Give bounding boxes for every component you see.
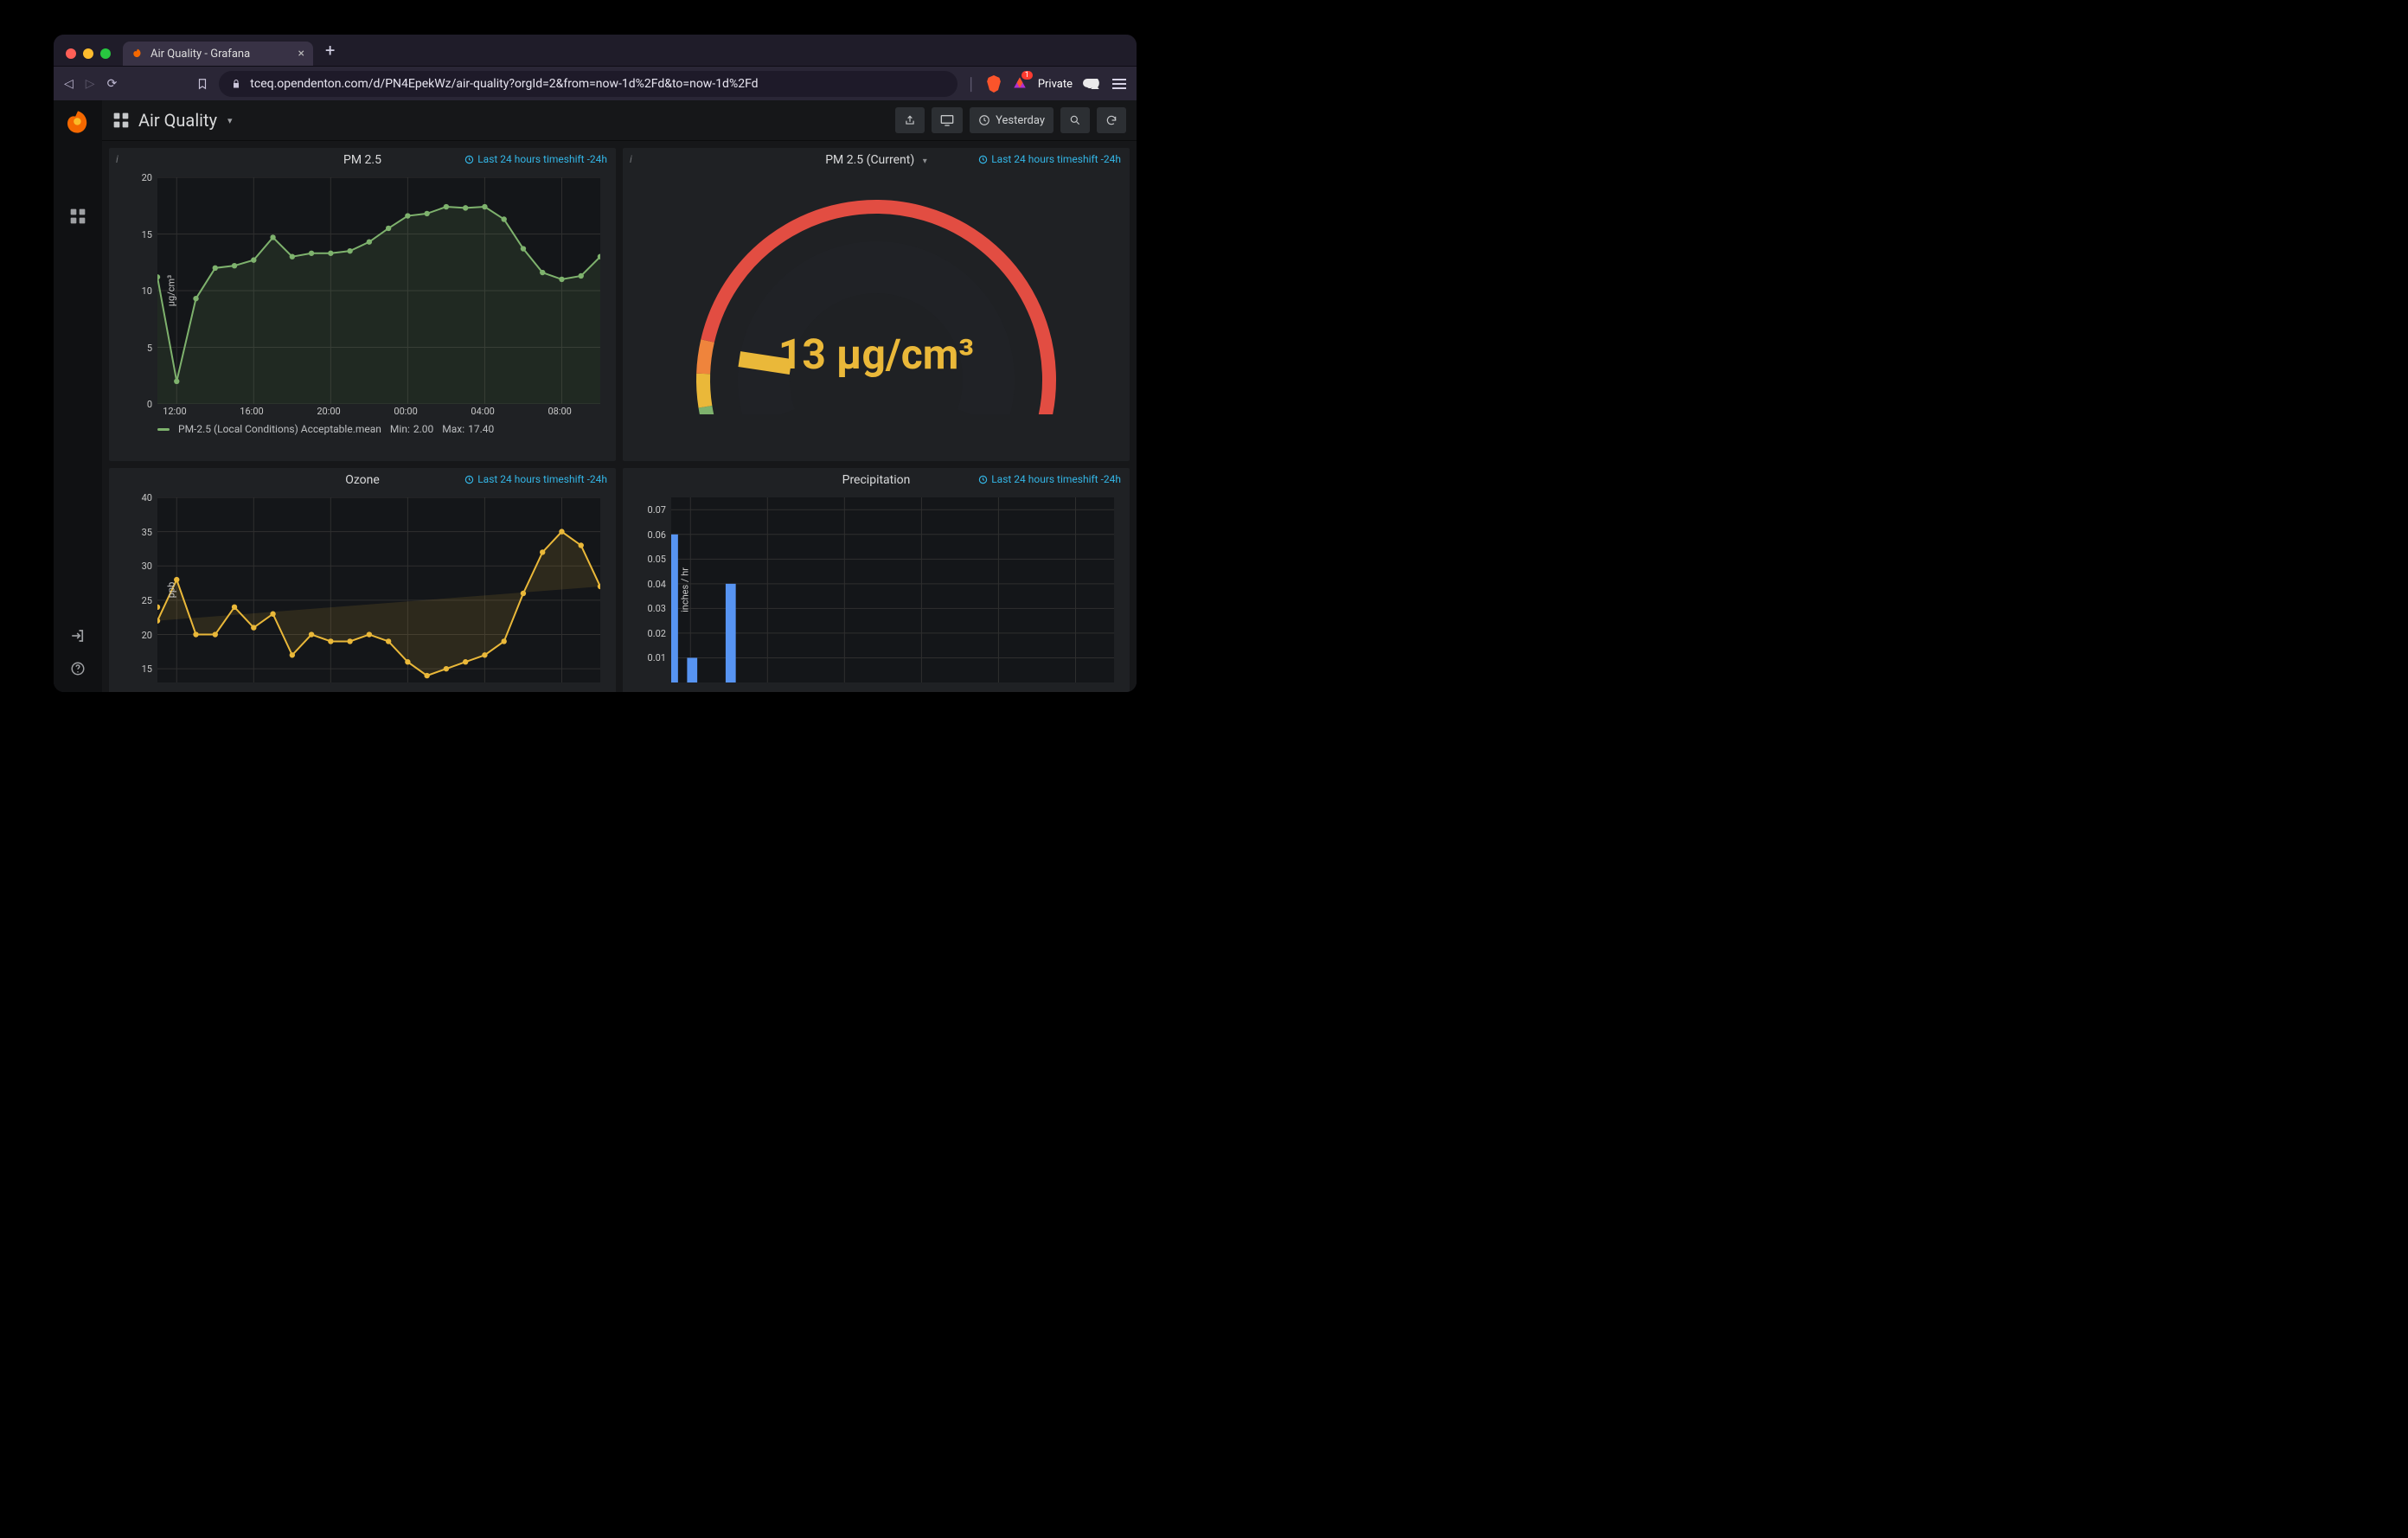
y-axis-label: ppb — [166, 582, 177, 599]
dashboard-picker-icon[interactable] — [112, 112, 130, 129]
help-icon[interactable] — [70, 661, 86, 676]
refresh-button[interactable] — [1097, 107, 1126, 133]
monitor-icon — [940, 114, 954, 126]
dashboard-title: Air Quality — [138, 110, 217, 131]
reload-button[interactable]: ⟳ — [107, 77, 118, 91]
panel-pm25-current[interactable]: i PM 2.5 (Current) ▾ Last 24 hours times… — [623, 148, 1130, 461]
gauge-value: 13 µg/cm³ — [623, 330, 1130, 379]
panel-ozone[interactable]: Ozone Last 24 hours timeshift -24h ppb 1… — [109, 468, 616, 692]
private-mode-icon — [1083, 79, 1102, 89]
clock-icon — [978, 114, 990, 126]
zoom-out-button[interactable] — [1060, 107, 1090, 133]
dashboard-content: Air Quality ▾ Yesterday — [102, 100, 1137, 692]
separator: │ — [968, 77, 976, 92]
share-icon — [904, 114, 916, 126]
browser-menu-button[interactable] — [1112, 76, 1126, 92]
url-text: tceq.opendenton.com/d/PN4EpekWz/air-qual… — [250, 77, 758, 91]
minimize-window-button[interactable] — [83, 48, 93, 59]
dashboard-title-dropdown[interactable]: Air Quality ▾ — [138, 110, 233, 131]
refresh-icon — [1105, 114, 1118, 126]
share-button[interactable] — [895, 107, 925, 133]
dashboard-tools: Yesterday — [895, 107, 1126, 133]
pm25-chart[interactable]: µg/cm³ 0510152012:0016:0020:0000:0004:00… — [157, 177, 600, 404]
browser-toolbar: ◁ ▷ ⟳ tceq.opendenton.com/d/PN4EpekWz/ai… — [54, 67, 1137, 101]
legend-max-value: 17.40 — [468, 423, 494, 435]
sign-in-icon[interactable] — [70, 628, 86, 644]
grafana-app: Air Quality ▾ Yesterday — [54, 100, 1137, 692]
lock-icon — [231, 79, 241, 89]
browser-tab[interactable]: Air Quality - Grafana × — [123, 42, 313, 66]
search-icon — [1069, 114, 1081, 126]
legend-max-label: Max: — [442, 423, 464, 435]
clock-icon — [978, 155, 988, 164]
dashboard-grid-icon[interactable] — [69, 208, 86, 225]
brave-rewards-icon[interactable]: 1 — [1012, 76, 1028, 92]
pm25-legend: PM-2.5 (Local Conditions) Acceptable.mea… — [157, 423, 600, 435]
caret-down-icon: ▾ — [923, 157, 927, 166]
legend-min-label: Min: — [390, 423, 410, 435]
forward-button[interactable]: ▷ — [86, 77, 95, 91]
traffic-lights — [62, 48, 116, 66]
time-range-label: Yesterday — [996, 114, 1045, 127]
panel-timeshift: Last 24 hours timeshift -24h — [464, 473, 607, 485]
legend-series-name: PM-2.5 (Local Conditions) Acceptable.mea… — [178, 423, 381, 435]
side-nav — [54, 100, 102, 692]
panel-pm25[interactable]: i PM 2.5 Last 24 hours timeshift -24h µg… — [109, 148, 616, 461]
grafana-favicon-icon — [131, 48, 144, 60]
panel-precip[interactable]: Precipitation Last 24 hours timeshift -2… — [623, 468, 1130, 692]
new-tab-button[interactable]: + — [320, 40, 340, 66]
panel-grid: i PM 2.5 Last 24 hours timeshift -24h µg… — [102, 141, 1137, 692]
ozone-chart[interactable]: ppb 152025303540 — [157, 497, 600, 682]
legend-min-value: 2.00 — [413, 423, 433, 435]
rewards-badge-count: 1 — [1021, 71, 1033, 80]
brave-shields-icon[interactable] — [986, 75, 1002, 93]
y-axis-label: inches / hr — [680, 567, 691, 612]
private-mode-label: Private — [1038, 78, 1073, 91]
clock-icon — [978, 475, 988, 484]
browser-tab-strip: Air Quality - Grafana × + — [54, 35, 1137, 67]
legend-swatch — [157, 428, 170, 431]
tv-mode-button[interactable] — [932, 107, 963, 133]
panel-timeshift: Last 24 hours timeshift -24h — [978, 473, 1121, 485]
dashboard-topbar: Air Quality ▾ Yesterday — [102, 100, 1137, 141]
close-tab-icon[interactable]: × — [298, 47, 304, 61]
address-bar[interactable]: tceq.opendenton.com/d/PN4EpekWz/air-qual… — [219, 71, 957, 97]
caret-down-icon: ▾ — [227, 115, 233, 126]
maximize-window-button[interactable] — [100, 48, 111, 59]
clock-icon — [464, 155, 474, 164]
close-window-button[interactable] — [66, 48, 76, 59]
grafana-logo-icon[interactable] — [65, 109, 91, 135]
precip-chart[interactable]: inches / hr 0.010.020.030.040.050.060.07 — [671, 497, 1114, 682]
panel-timeshift: Last 24 hours timeshift -24h — [464, 153, 607, 165]
panel-timeshift: Last 24 hours timeshift -24h — [978, 153, 1121, 165]
browser-tab-title: Air Quality - Grafana — [150, 48, 250, 61]
y-axis-label: µg/cm³ — [166, 275, 177, 306]
clock-icon — [464, 475, 474, 484]
time-range-button[interactable]: Yesterday — [970, 107, 1054, 133]
bookmark-icon[interactable] — [196, 78, 208, 90]
back-button[interactable]: ◁ — [64, 77, 74, 91]
browser-window: Air Quality - Grafana × + ◁ ▷ ⟳ tceq.ope… — [54, 35, 1137, 692]
